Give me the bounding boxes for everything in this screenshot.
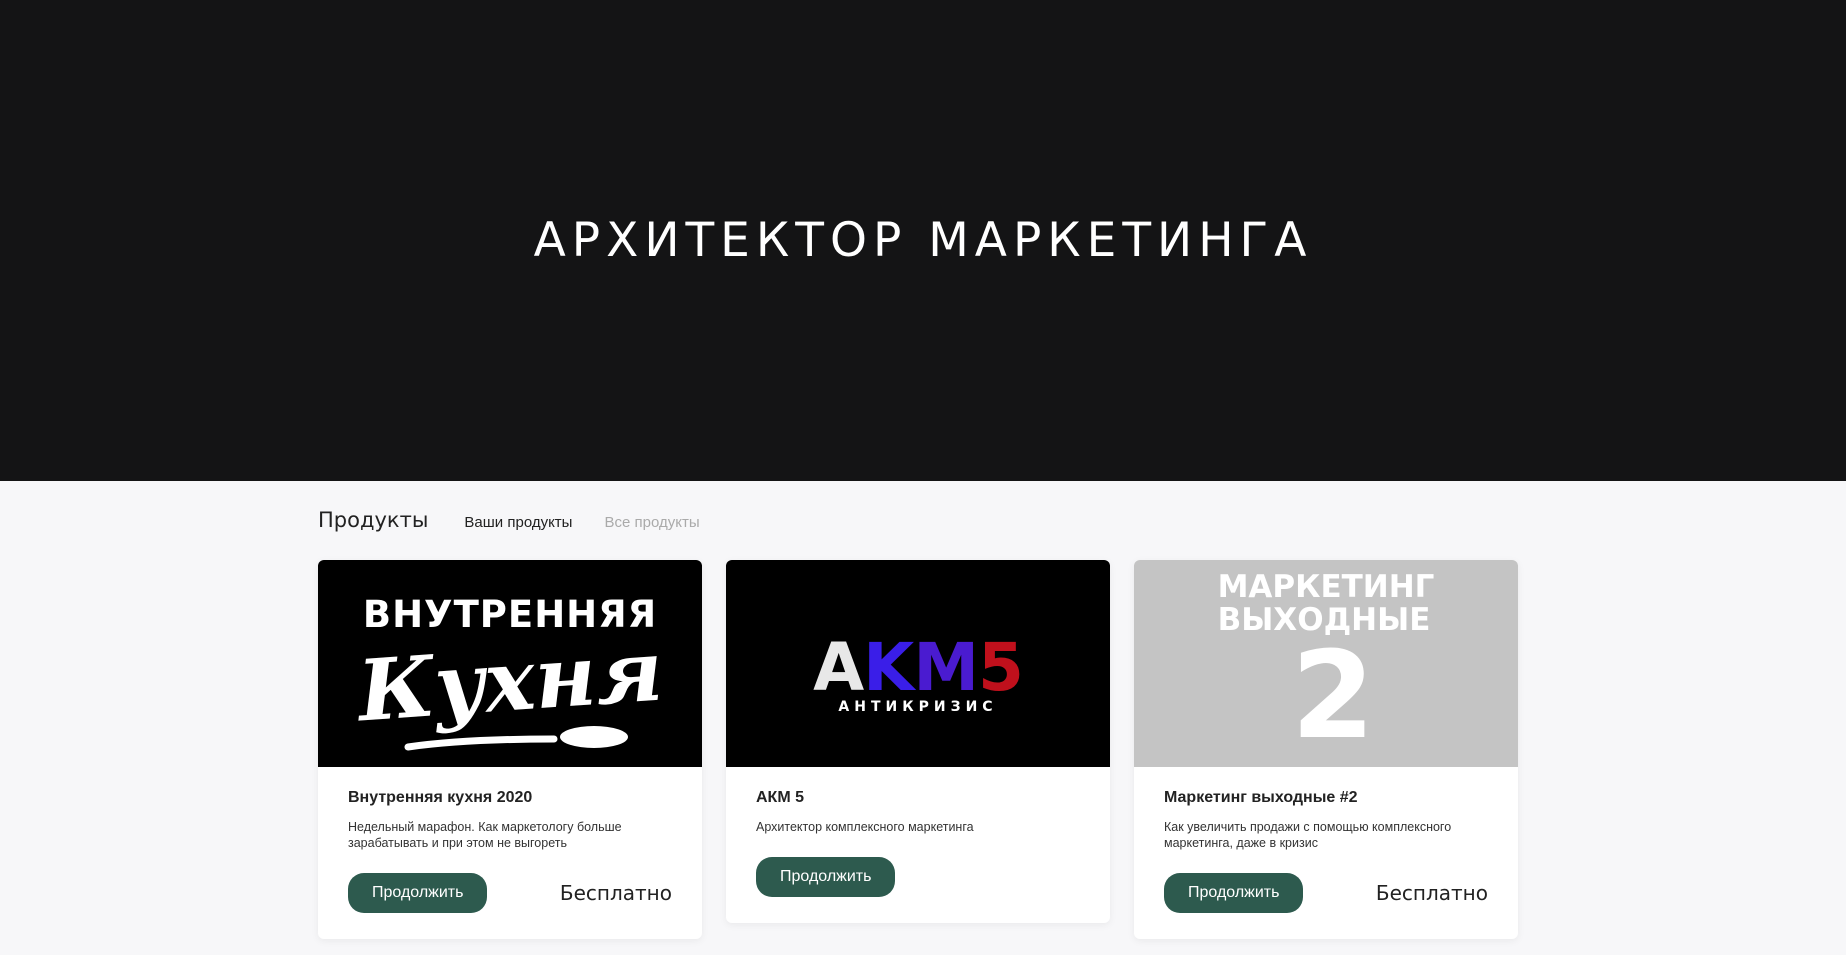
card-cover-image[interactable]: МАРКЕТИНГ ВЫХОДНЫЕ 2 (1134, 560, 1518, 767)
continue-button[interactable]: Продолжить (1164, 873, 1304, 913)
card-footer: Продолжить Бесплатно (348, 873, 672, 913)
section-title: Продукты (318, 508, 429, 532)
continue-button[interactable]: Продолжить (348, 873, 488, 913)
card-footer: Продолжить Бесплатно (1164, 873, 1488, 913)
card-title[interactable]: Маркетинг выходные #2 (1164, 789, 1488, 807)
card-description: Недельный марафон. Как маркетологу больш… (348, 820, 622, 850)
card-body: Маркетинг выходные #2 Как увеличить прод… (1134, 767, 1518, 939)
product-card-inner-kitchen[interactable]: ВНУТРЕННЯЯ Кухня Внутренняя кухня 2020 Н… (318, 560, 702, 939)
cover-subtitle: АНТИКРИЗИС (838, 698, 998, 715)
card-cover-image[interactable]: ВНУТРЕННЯЯ Кухня (318, 560, 702, 767)
product-card-akm5[interactable]: AKM5 АНТИКРИЗИС АКМ 5 Архитектор комплек… (726, 560, 1110, 923)
card-cover-image[interactable]: AKM5 АНТИКРИЗИС (726, 560, 1110, 767)
cover-letter-k: K (863, 628, 914, 706)
hero-title: АРХИТЕКТОР МАРКЕТИНГА (533, 212, 1313, 268)
spoon-icon (404, 726, 628, 751)
cover-script-text: Кухня (354, 620, 666, 741)
hero-banner: АРХИТЕКТОР МАРКЕТИНГА (0, 0, 1846, 481)
cover-line-1: МАРКЕТИНГ (1217, 568, 1435, 605)
tab-all-products[interactable]: Все продукты (604, 514, 699, 531)
cover-letter-a: A (813, 628, 864, 706)
cover-logo-text: AKM5 (813, 632, 1024, 703)
cover-number: 5 (978, 628, 1024, 706)
product-card-marketing-weekend[interactable]: МАРКЕТИНГ ВЫХОДНЫЕ 2 Маркетинг выходные … (1134, 560, 1518, 939)
card-description: Как увеличить продажи с помощью комплекс… (1164, 820, 1452, 850)
card-description: Архитектор комплексного маркетинга (756, 820, 974, 834)
cover-number: 2 (1291, 626, 1375, 766)
products-nav: Продукты Ваши продукты Все продукты (318, 508, 732, 532)
price-label: Бесплатно (559, 881, 672, 905)
continue-button[interactable]: Продолжить (756, 857, 896, 897)
card-title[interactable]: АКМ 5 (756, 789, 1080, 807)
card-title[interactable]: Внутренняя кухня 2020 (348, 789, 672, 807)
tab-your-products[interactable]: Ваши продукты (464, 514, 572, 531)
card-body: АКМ 5 Архитектор комплексного маркетинга… (726, 767, 1110, 923)
card-footer: Продолжить (756, 857, 1080, 897)
card-body: Внутренняя кухня 2020 Недельный марафон.… (318, 767, 702, 939)
price-label: Бесплатно (1375, 881, 1488, 905)
cover-letter-m: M (913, 628, 979, 706)
